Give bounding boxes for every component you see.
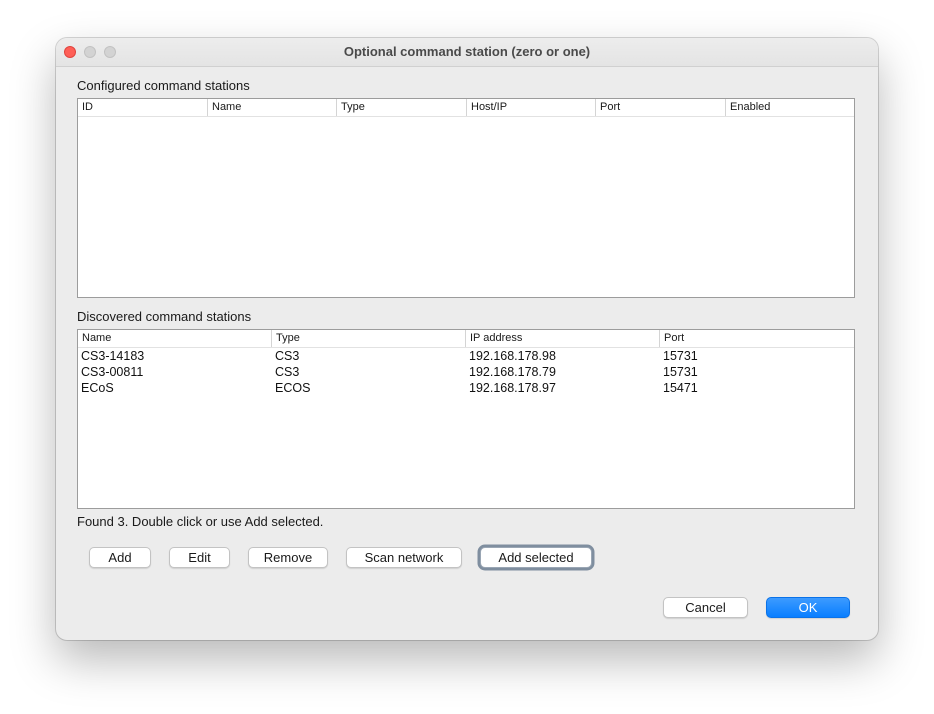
configured-col-name[interactable]: Name [208,99,337,116]
cell-port: 15471 [663,381,698,395]
cell-name: ECoS [81,381,114,395]
configured-col-host[interactable]: Host/IP [467,99,596,116]
table-row[interactable]: CS3-14183 CS3 192.168.178.98 15731 [78,348,854,364]
configured-section-label: Configured command stations [77,78,250,93]
configured-col-port[interactable]: Port [596,99,726,116]
cell-type: ECOS [275,381,311,395]
ok-button[interactable]: OK [766,597,850,618]
status-message: Found 3. Double click or use Add selecte… [77,514,324,529]
cell-port: 15731 [663,349,698,363]
cell-name: CS3-00811 [81,365,144,379]
cell-name: CS3-14183 [81,349,145,363]
discovered-col-name[interactable]: Name [78,330,272,347]
add-button[interactable]: Add [89,547,151,568]
cell-ip: 192.168.178.97 [469,381,556,395]
edit-button[interactable]: Edit [169,547,230,568]
scan-network-button[interactable]: Scan network [346,547,462,568]
remove-button[interactable]: Remove [248,547,328,568]
dialog-window: Optional command station (zero or one) C… [56,38,878,640]
title-bar: Optional command station (zero or one) [56,38,878,67]
cell-type: CS3 [275,365,300,379]
discovered-col-ip[interactable]: IP address [466,330,660,347]
configured-col-id[interactable]: ID [78,99,208,116]
table-row[interactable]: CS3-00811 CS3 192.168.178.79 15731 [78,364,854,380]
table-row[interactable]: ECoS ECOS 192.168.178.97 15471 [78,380,854,396]
cell-ip: 192.168.178.98 [469,349,556,363]
configured-col-enabled[interactable]: Enabled [726,99,854,116]
cell-ip: 192.168.178.79 [469,365,556,379]
configured-col-type[interactable]: Type [337,99,467,116]
cell-port: 15731 [663,365,698,379]
discovered-table-header: Name Type IP address Port [78,330,854,348]
cell-type: CS3 [275,349,300,363]
add-selected-button[interactable]: Add selected [480,547,592,568]
discovered-col-type[interactable]: Type [272,330,466,347]
discovered-col-port[interactable]: Port [660,330,854,347]
discovered-stations-table[interactable]: Name Type IP address Port CS3-14183 CS3 … [77,329,855,509]
window-title: Optional command station (zero or one) [343,44,591,59]
configured-table-header: ID Name Type Host/IP Port Enabled [78,99,854,117]
cancel-button[interactable]: Cancel [663,597,748,618]
discovered-section-label: Discovered command stations [77,309,252,324]
configured-stations-table[interactable]: ID Name Type Host/IP Port Enabled [77,98,855,298]
